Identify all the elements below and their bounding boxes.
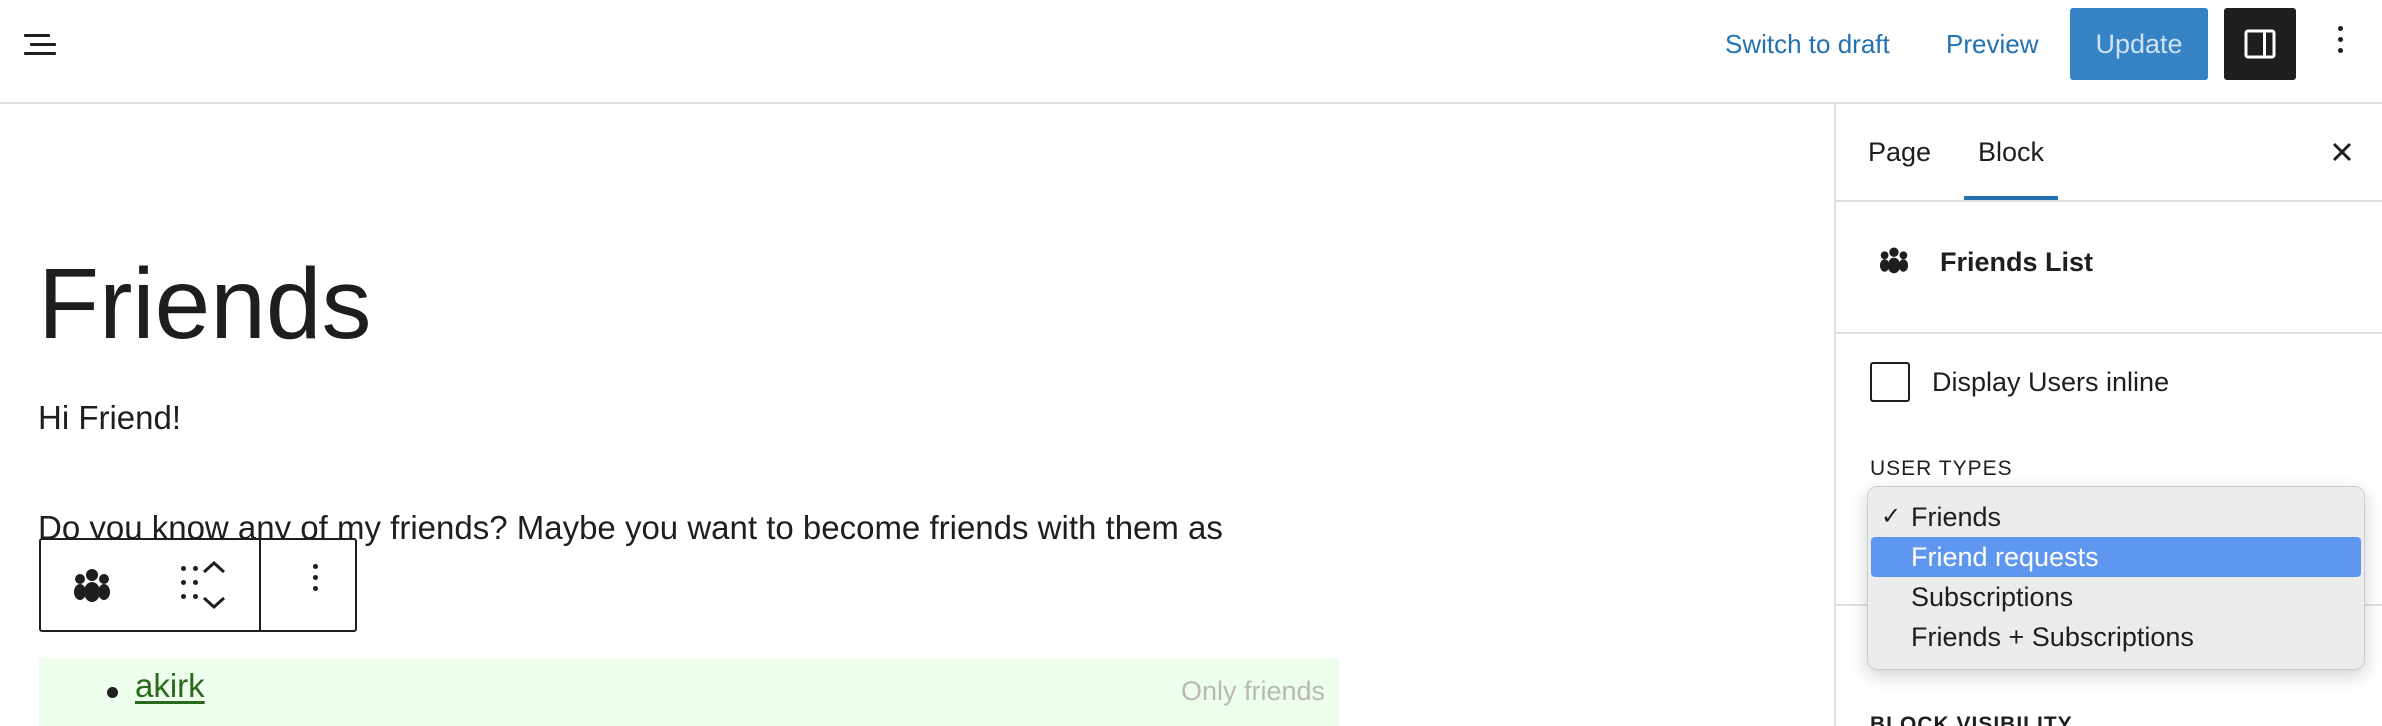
list-bullet [107, 687, 118, 698]
user-types-dropdown[interactable]: ✓ Friends Friend requests Subscriptions … [1867, 486, 2365, 670]
friends-block-icon[interactable] [69, 562, 115, 608]
update-button[interactable]: Update [2070, 8, 2208, 80]
option-friends[interactable]: ✓ Friends [1871, 497, 2361, 537]
option-label: Friends + Subscriptions [1911, 622, 2194, 652]
document-overview-icon[interactable] [24, 26, 64, 62]
options-menu-icon[interactable] [2320, 20, 2360, 68]
display-inline-label[interactable]: Display Users inline [1932, 364, 2169, 400]
display-inline-checkbox[interactable] [1870, 362, 1910, 402]
friends-list-item: akirk Only friends [39, 658, 1339, 726]
friend-link[interactable]: akirk [135, 664, 205, 708]
option-friend-requests[interactable]: Friend requests [1871, 537, 2361, 577]
editor-header: Switch to draft Preview Update [0, 0, 2382, 104]
block-card: Friends List [1836, 202, 2382, 334]
block-options-icon[interactable] [297, 558, 333, 614]
editor-canvas: Friends Hi Friend! Do you know any of my… [0, 104, 1834, 726]
tab-block[interactable]: Block [1964, 104, 2059, 200]
sidebar-toggle-icon [2244, 29, 2276, 59]
option-label: Friend requests [1911, 542, 2099, 572]
option-friends-subscriptions[interactable]: Friends + Subscriptions [1871, 617, 2361, 657]
move-down-icon[interactable] [191, 590, 237, 616]
visibility-note: Only friends [1180, 676, 1325, 706]
move-up-icon[interactable] [191, 554, 237, 580]
tab-page[interactable]: Page [1868, 104, 1931, 200]
toolbar-divider [259, 540, 261, 630]
option-label: Subscriptions [1911, 582, 2074, 612]
settings-panel-toggle[interactable] [2224, 8, 2296, 80]
friends-block-icon [1876, 242, 1912, 283]
block-title: Friends List [1940, 247, 2094, 277]
sidebar-tabs: Page Block [1836, 104, 2382, 202]
close-icon[interactable] [2324, 134, 2360, 170]
switch-to-draft-button[interactable]: Switch to draft [1725, 26, 1890, 62]
option-label: Friends [1911, 502, 2002, 532]
preview-button[interactable]: Preview [1946, 26, 2038, 62]
block-visibility-label: BLOCK VISIBILITY [1870, 713, 2073, 726]
paragraph-greeting[interactable]: Hi Friend! [38, 396, 181, 440]
block-toolbar [39, 538, 357, 632]
user-types-label: USER TYPES [1870, 457, 2013, 480]
option-subscriptions[interactable]: Subscriptions [1871, 577, 2361, 617]
checkmark-icon: ✓ [1881, 503, 1902, 530]
page-title[interactable]: Friends [38, 244, 371, 364]
